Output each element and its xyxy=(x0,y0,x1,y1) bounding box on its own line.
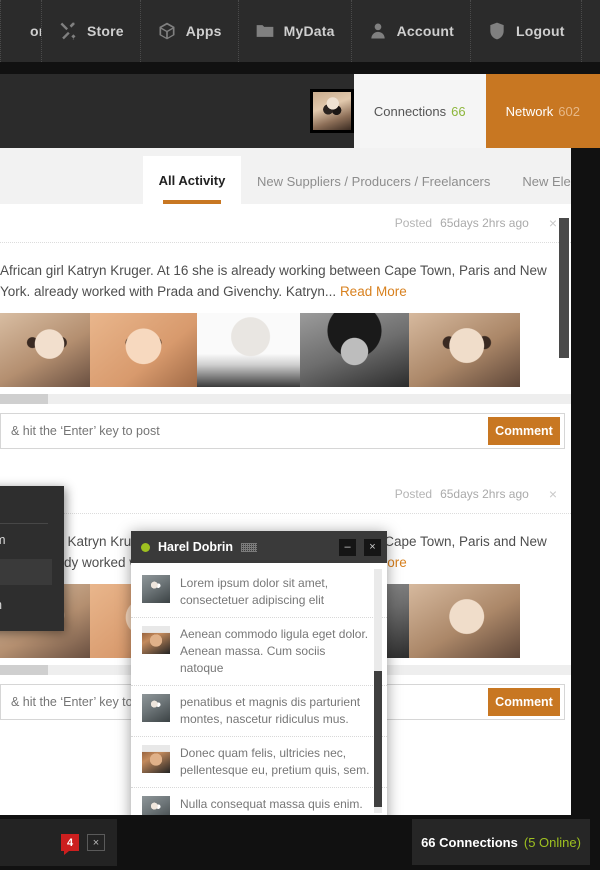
nav-label-store: Store xyxy=(87,23,124,39)
chat-message: penatibus et magnis dis parturient monte… xyxy=(131,685,387,736)
dropdown-item[interactable]: ion ipsum xyxy=(0,526,54,553)
gallery-image[interactable] xyxy=(300,312,409,387)
nav-item-apps[interactable]: Apps xyxy=(141,0,239,62)
app-root: ork Store Apps MyData Account xyxy=(0,0,600,870)
box-icon xyxy=(157,21,177,41)
gallery-image[interactable] xyxy=(409,312,520,387)
tab-label-all-activity: All Activity xyxy=(158,172,226,188)
chat-message-text: Lorem ipsum dolor sit amet, consectetuer… xyxy=(180,576,329,608)
nav-label-logout: Logout xyxy=(516,23,565,39)
avatar xyxy=(142,626,170,655)
shield-icon xyxy=(487,21,507,41)
feed-post: Posted 65days 2hrs ago × African girl Ka… xyxy=(0,204,571,449)
chat-message-text: Donec quam felis, ultricies nec, pellent… xyxy=(180,746,370,778)
dropdown-divider xyxy=(0,523,48,524)
post-progress-bar[interactable] xyxy=(0,393,571,404)
nav-divider xyxy=(0,62,600,74)
chat-window: Harel Dobrin – × Lorem ipsum dolor sit a… xyxy=(131,531,387,860)
nav-item-logout[interactable]: Logout xyxy=(471,0,582,62)
top-navigation-bar: ork Store Apps MyData Account xyxy=(0,0,600,62)
post-gallery xyxy=(0,312,571,387)
chat-message-text: Aenean commodo ligula eget dolor. Aenean… xyxy=(180,627,369,676)
posted-label: Posted xyxy=(394,486,433,501)
posted-time: 65days 2hrs ago xyxy=(440,486,529,501)
connections-label: Connections xyxy=(373,103,447,119)
notification-badge[interactable]: 4 xyxy=(61,834,79,855)
network-icon xyxy=(1,21,21,41)
comment-button[interactable]: Comment xyxy=(488,687,560,716)
chat-message: Aenean commodo ligula eget dolor. Aenean… xyxy=(131,617,387,685)
post-meta: Posted 65days 2hrs ago × xyxy=(0,204,571,242)
right-gutter xyxy=(571,148,600,870)
post-text: African girl Katryn Kruger. At 16 she is… xyxy=(0,263,547,299)
chat-scrollbar-thumb[interactable] xyxy=(374,671,382,807)
tab-label-new-suppliers: New Suppliers / Producers / Freelancers xyxy=(257,173,491,189)
avatar[interactable] xyxy=(309,89,354,133)
post-body: African girl Katryn Kruger. At 16 she is… xyxy=(0,243,571,313)
close-icon[interactable]: × xyxy=(364,538,381,556)
connections-status-button[interactable]: 66 Connections (5 Online) xyxy=(412,819,590,865)
chat-title: Harel Dobrin xyxy=(158,540,234,554)
tab-all-activity[interactable]: All Activity xyxy=(143,156,241,204)
chat-header[interactable]: Harel Dobrin – × xyxy=(131,531,387,563)
gallery-image[interactable] xyxy=(0,312,90,387)
close-icon[interactable]: × xyxy=(549,216,557,230)
close-icon[interactable]: × xyxy=(549,487,557,501)
tools-icon xyxy=(58,21,78,41)
posted-time: 65days 2hrs ago xyxy=(440,216,529,230)
nav-label-network: ork xyxy=(30,23,41,39)
dropdown-item[interactable]: ion xyxy=(0,494,54,521)
chat-message-list: Lorem ipsum dolor sit amet, consectetuer… xyxy=(131,563,387,819)
avatar xyxy=(142,575,170,603)
network-label: Network xyxy=(505,103,554,119)
nav-label-mydata: MyData xyxy=(283,23,335,39)
comment-bar: Comment xyxy=(0,412,565,449)
avatar xyxy=(142,694,170,723)
avatar xyxy=(142,745,170,774)
chat-message-text: penatibus et magnis dis parturient monte… xyxy=(180,695,361,727)
online-status-icon xyxy=(141,542,150,552)
nav-item-mydata[interactable]: MyData xyxy=(239,0,352,62)
close-icon[interactable]: × xyxy=(87,834,105,851)
gallery-image[interactable] xyxy=(197,312,300,387)
activity-tabs: All Activity New Suppliers / Producers /… xyxy=(0,148,600,204)
online-count-label: (5 Online) xyxy=(523,834,581,850)
network-count: 602 xyxy=(558,103,580,119)
comment-button[interactable]: Comment xyxy=(488,416,560,445)
minimize-icon[interactable]: – xyxy=(339,538,356,556)
post-meta: Posted 65days 2hrs ago × xyxy=(0,475,571,513)
user-icon xyxy=(368,21,388,41)
chat-message: Lorem ipsum dolor sit amet, consectetuer… xyxy=(131,567,387,617)
nav-label-apps: Apps xyxy=(185,23,222,39)
bottom-bar-left-panel: 4 × xyxy=(0,819,117,866)
posted-label: Posted xyxy=(394,216,433,230)
dropdown-item[interactable]: et lipsum xyxy=(0,591,54,618)
tab-new-suppliers[interactable]: New Suppliers / Producers / Freelancers xyxy=(241,158,506,204)
gallery-image[interactable] xyxy=(90,312,197,387)
gallery-image[interactable] xyxy=(409,583,520,658)
nav-label-account: Account xyxy=(396,23,455,39)
tab-network[interactable]: Network 602 xyxy=(485,74,600,148)
bottom-bar: 4 × 66 Connections (5 Online) xyxy=(0,815,600,870)
nav-item-store[interactable]: Store xyxy=(42,0,141,62)
feed-scrollbar-thumb[interactable] xyxy=(559,218,569,358)
connections-count-label: 66 Connections xyxy=(421,834,518,850)
comment-input[interactable] xyxy=(1,413,488,448)
folder-icon xyxy=(255,21,275,41)
profile-bar: Connections 66 Network 602 xyxy=(0,74,600,148)
drag-handle-icon[interactable] xyxy=(241,542,258,552)
tab-connections[interactable]: Connections 66 xyxy=(353,74,486,148)
connections-count: 66 xyxy=(451,103,466,119)
nav-item-account[interactable]: Account xyxy=(352,0,472,62)
left-dropdown-panel: ion ion ipsum et lipsum xyxy=(0,486,64,631)
post-gap xyxy=(0,448,571,475)
nav-item-network[interactable]: ork xyxy=(0,0,42,62)
read-more-link[interactable]: Read More xyxy=(340,284,407,299)
dropdown-input[interactable] xyxy=(0,559,52,585)
chat-message: Donec quam felis, ultricies nec, pellent… xyxy=(131,736,387,787)
